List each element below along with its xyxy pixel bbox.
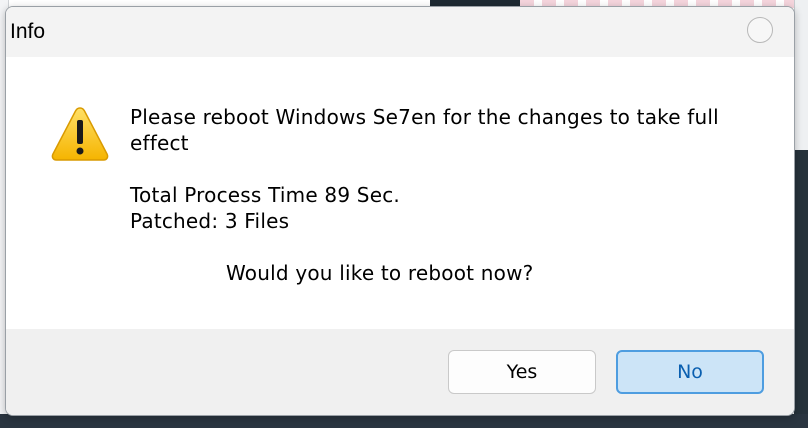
reboot-question: Would you like to reboot now? [226,261,534,285]
background-app-bottom [0,414,808,428]
dialog-titlebar[interactable]: Info [6,7,794,57]
info-dialog: Info Please reboot Windows Se7en for the… [5,6,795,416]
dialog-title: Info [10,20,46,43]
message-line: Please reboot Windows Se7en for the chan… [130,105,719,129]
patched-files-text: Patched: 3 Files [130,209,290,233]
close-circle-icon[interactable] [747,17,773,43]
process-time-text: Total Process Time 89 Sec. [130,183,400,207]
yes-button[interactable]: Yes [448,350,596,394]
no-button[interactable]: No [616,350,764,394]
warning-icon [51,107,109,161]
message-line: effect [130,131,189,155]
dialog-footer: Yes No [6,329,794,415]
dialog-content: Please reboot Windows Se7en for the chan… [6,57,794,329]
background-app-right-panel [794,0,808,150]
